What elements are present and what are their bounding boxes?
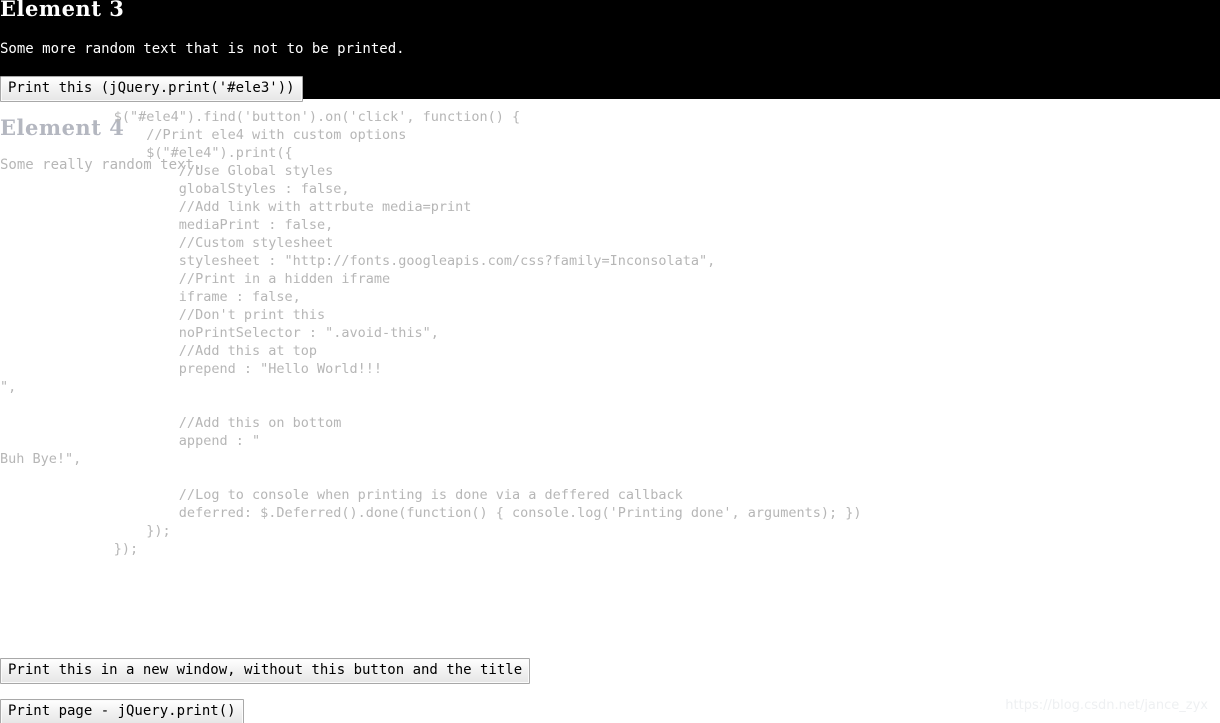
watermark-url: https://blog.csdn.net/jance_zyx bbox=[1005, 698, 1208, 713]
element3-paragraph: Some more random text that is not to be … bbox=[0, 41, 405, 57]
element3-heading: Element 3 bbox=[0, 0, 125, 21]
jquery-print-code-sample: $("#ele4").find('button').on('click', fu… bbox=[0, 109, 862, 557]
element3-section: Element 3 Some more random text that is … bbox=[0, 0, 1220, 102]
print-new-window-button[interactable]: Print this in a new window, without this… bbox=[0, 658, 531, 684]
print-ele3-button[interactable]: Print this (jQuery.print('#ele3')) bbox=[0, 76, 303, 102]
print-page-button[interactable]: Print page - jQuery.print() bbox=[0, 699, 244, 723]
